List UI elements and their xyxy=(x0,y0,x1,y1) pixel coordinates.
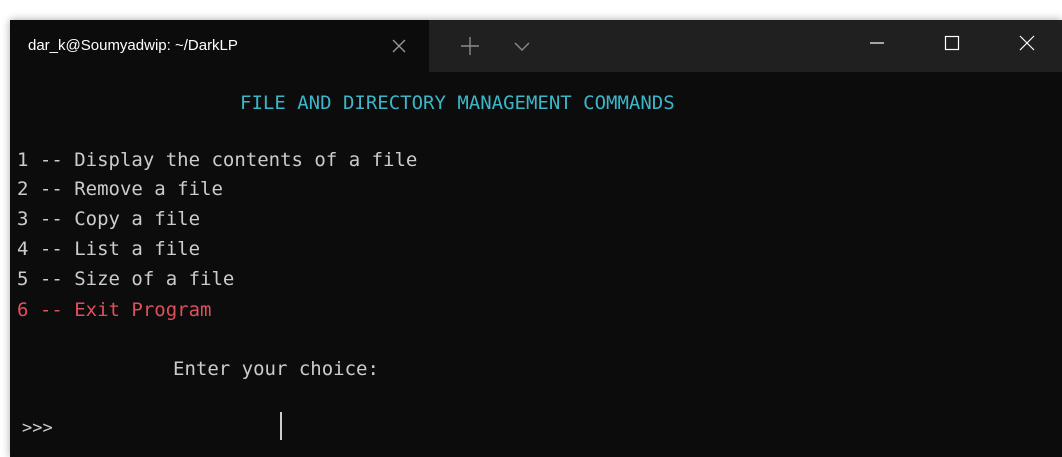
close-icon xyxy=(1019,35,1035,51)
title-bar: dar_k@Soumyadwip: ~/DarkLP xyxy=(10,20,1062,72)
tab-terminal[interactable]: dar_k@Soumyadwip: ~/DarkLP xyxy=(10,20,429,72)
terminal-output[interactable]: FILE AND DIRECTORY MANAGEMENT COMMANDS 1… xyxy=(10,72,1062,457)
menu-option-list: 4 -- List a file xyxy=(17,238,201,260)
minimize-icon xyxy=(870,42,884,44)
tab-title: dar_k@Soumyadwip: ~/DarkLP xyxy=(28,37,238,54)
maximize-icon xyxy=(944,35,960,51)
close-button[interactable] xyxy=(1000,20,1054,66)
chevron-down-icon[interactable] xyxy=(512,37,532,55)
menu-option-copy: 3 -- Copy a file xyxy=(17,208,201,230)
maximize-button[interactable] xyxy=(925,20,979,66)
text-cursor[interactable] xyxy=(280,412,282,440)
plus-icon[interactable] xyxy=(459,35,481,57)
terminal-window: dar_k@Soumyadwip: ~/DarkLP FILE AND DIRE… xyxy=(10,20,1062,457)
menu-option-exit: 6 -- Exit Program xyxy=(17,299,212,321)
close-icon[interactable] xyxy=(390,37,408,55)
menu-option-size: 5 -- Size of a file xyxy=(17,268,235,290)
minimize-button[interactable] xyxy=(850,20,904,66)
menu-heading: FILE AND DIRECTORY MANAGEMENT COMMANDS xyxy=(240,92,675,114)
prompt-symbol: >>> xyxy=(22,418,53,438)
prompt-label: Enter your choice: xyxy=(173,358,379,380)
menu-option-remove: 2 -- Remove a file xyxy=(17,178,223,200)
menu-option-display: 1 -- Display the contents of a file xyxy=(17,149,418,171)
